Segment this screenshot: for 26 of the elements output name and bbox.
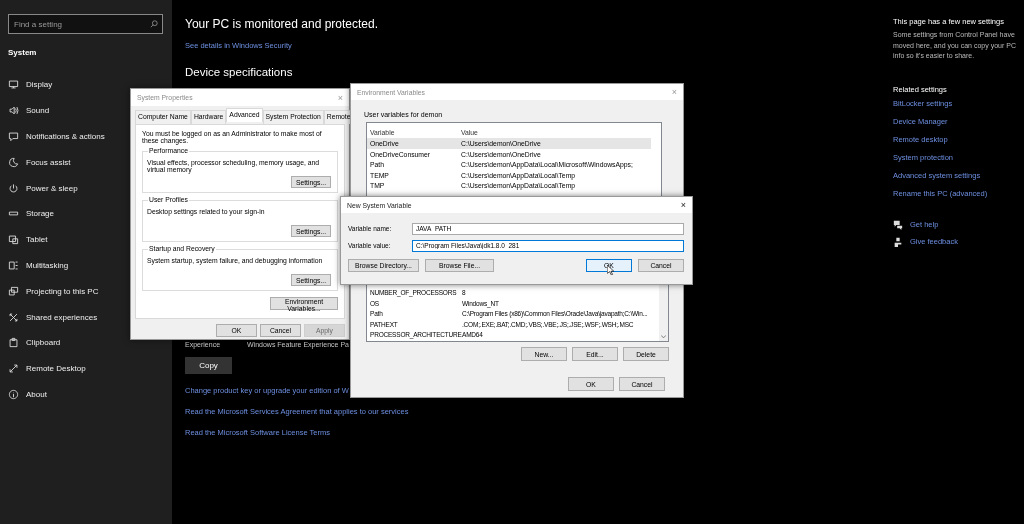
- section-heading: System: [8, 47, 38, 59]
- sidebar-item[interactable]: Shared experiences: [8, 304, 163, 330]
- message-icon: [8, 131, 19, 142]
- sidebar-item[interactable]: Remote Desktop: [8, 355, 163, 382]
- sidebar-item[interactable]: Projecting to this PC: [8, 278, 163, 305]
- person-icon: [893, 236, 903, 247]
- screens-icon: [8, 285, 19, 297]
- power-icon: [8, 182, 19, 194]
- speaker-icon: [8, 105, 19, 117]
- chat-icon: [893, 219, 903, 230]
- monitor-icon: [8, 79, 19, 91]
- sidebar-item[interactable]: About: [8, 381, 163, 408]
- clipboard-icon: [8, 337, 19, 349]
- section-heading: Device specifications: [185, 66, 293, 78]
- search-field[interactable]: Find a setting: [8, 14, 163, 34]
- search-icon: [150, 20, 158, 28]
- remote-desktop-icon: [8, 363, 19, 375]
- copy-button[interactable]: Copy: [185, 357, 232, 374]
- multitasking-icon: [8, 259, 19, 271]
- tablet-icon: [8, 234, 19, 246]
- info-icon: [8, 388, 19, 400]
- cross-arrows-icon: [8, 311, 19, 323]
- status-text: Your PC is monitored and protected.: [185, 17, 378, 31]
- moon-icon: [8, 156, 19, 168]
- close-button[interactable]: ×: [680, 200, 686, 210]
- sidebar-item[interactable]: Clipboard: [8, 329, 163, 356]
